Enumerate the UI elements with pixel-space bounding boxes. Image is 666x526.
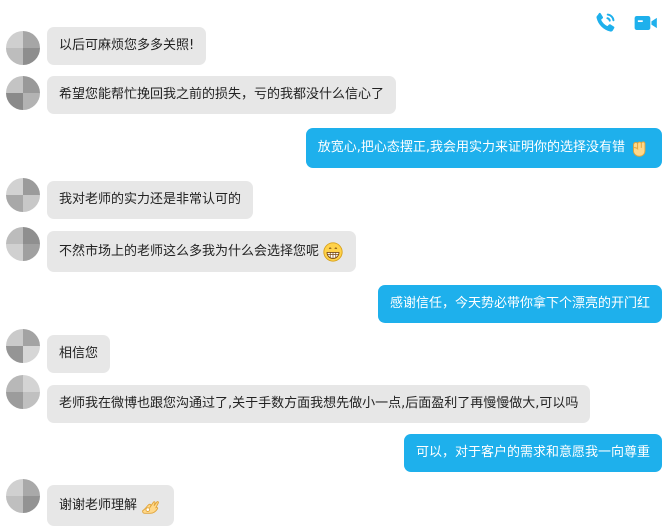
message-bubble: 谢谢老师理解 bbox=[47, 485, 175, 526]
message-bubble: 以后可麻烦您多多关照! bbox=[47, 27, 207, 65]
message-text: 可以，对于客户的需求和意愿我一向尊重 bbox=[415, 445, 650, 460]
message-text: 希望您能帮忙挽回我之前的损失，亏的我都没什么信心了 bbox=[59, 87, 385, 102]
message-text: 我对老师的实力还是非常认可的 bbox=[59, 192, 242, 207]
grin-emoji bbox=[322, 241, 344, 263]
message-text: 放宽心,把心态摆正,我会用实力来证明你的选择没有错 bbox=[317, 140, 625, 155]
message-text: 感谢信任，今天势必带你拿下个漂亮的开门红 bbox=[389, 296, 650, 311]
phone-icon[interactable] bbox=[592, 10, 618, 36]
message-text: 不然市场上的老师这么多我为什么会选择您呢 bbox=[59, 244, 320, 259]
avatar[interactable] bbox=[6, 227, 40, 261]
message-text: 以后可麻烦您多多关照! bbox=[59, 38, 195, 53]
message-text: 老师我在微博也跟您沟通过了,关于手数方面我想先做小一点,后面盈利了再慢慢做大,可… bbox=[59, 396, 579, 411]
fist-emoji bbox=[628, 137, 650, 159]
message-bubble: 老师我在微博也跟您沟通过了,关于手数方面我想先做小一点,后面盈利了再慢慢做大,可… bbox=[47, 385, 591, 423]
message-bubble: 可以，对于客户的需求和意愿我一向尊重 bbox=[403, 434, 662, 472]
message-text: 谢谢老师理解 bbox=[59, 498, 138, 513]
avatar[interactable] bbox=[6, 375, 40, 409]
avatar[interactable] bbox=[6, 76, 40, 110]
message-bubble: 感谢信任，今天势必带你拿下个漂亮的开门红 bbox=[377, 285, 662, 323]
message-text: 相信您 bbox=[59, 346, 99, 361]
avatar[interactable] bbox=[6, 329, 40, 363]
message-bubble: 相信您 bbox=[47, 335, 111, 373]
ok-hand-emoji bbox=[140, 495, 162, 517]
message-bubble: 不然市场上的老师这么多我为什么会选择您呢 bbox=[47, 231, 357, 272]
avatar[interactable] bbox=[6, 31, 40, 65]
message-bubble: 我对老师的实力还是非常认可的 bbox=[47, 181, 254, 219]
message-bubble: 希望您能帮忙挽回我之前的损失，亏的我都没什么信心了 bbox=[47, 76, 397, 114]
message-bubble: 放宽心,把心态摆正,我会用实力来证明你的选择没有错 bbox=[305, 128, 662, 168]
avatar[interactable] bbox=[6, 178, 40, 212]
avatar[interactable] bbox=[6, 479, 40, 513]
video-camera-icon[interactable] bbox=[633, 10, 659, 36]
